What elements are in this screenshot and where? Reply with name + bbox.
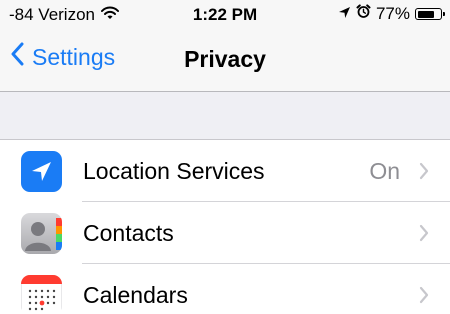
list-item-location-services[interactable]: Location Services On — [0, 140, 450, 202]
contacts-icon — [21, 213, 62, 254]
list-item-label: Location Services — [83, 158, 265, 184]
location-services-icon — [21, 151, 62, 192]
list-item-value: On — [369, 158, 400, 184]
chevron-right-icon — [419, 162, 429, 185]
list-item-calendars[interactable]: Calendars — [0, 264, 450, 314]
battery-cap — [442, 12, 445, 16]
battery-percent: 77% — [375, 4, 410, 23]
privacy-screen: -84 Verizon 1:22 PM 77% Settings Privacy… — [0, 0, 450, 314]
list-item-label: Contacts — [83, 220, 174, 246]
list-item-label: Calendars — [83, 282, 188, 308]
chevron-right-icon — [419, 224, 429, 247]
header: -84 Verizon 1:22 PM 77% Settings Privacy — [0, 0, 450, 92]
calendars-icon — [21, 275, 62, 314]
chevron-right-icon — [419, 286, 429, 309]
location-arrow-icon — [338, 4, 351, 24]
nav-bar: Settings Privacy — [0, 30, 450, 90]
list-item-contacts[interactable]: Contacts — [0, 202, 450, 264]
status-bar: -84 Verizon 1:22 PM 77% — [0, 0, 450, 30]
page-title: Privacy — [184, 46, 266, 72]
alarm-icon — [356, 4, 371, 24]
privacy-list: Location Services On Contacts Calendars — [0, 139, 450, 314]
battery-icon — [415, 8, 445, 20]
status-right: 77% — [338, 4, 445, 24]
battery-fill — [417, 10, 435, 18]
